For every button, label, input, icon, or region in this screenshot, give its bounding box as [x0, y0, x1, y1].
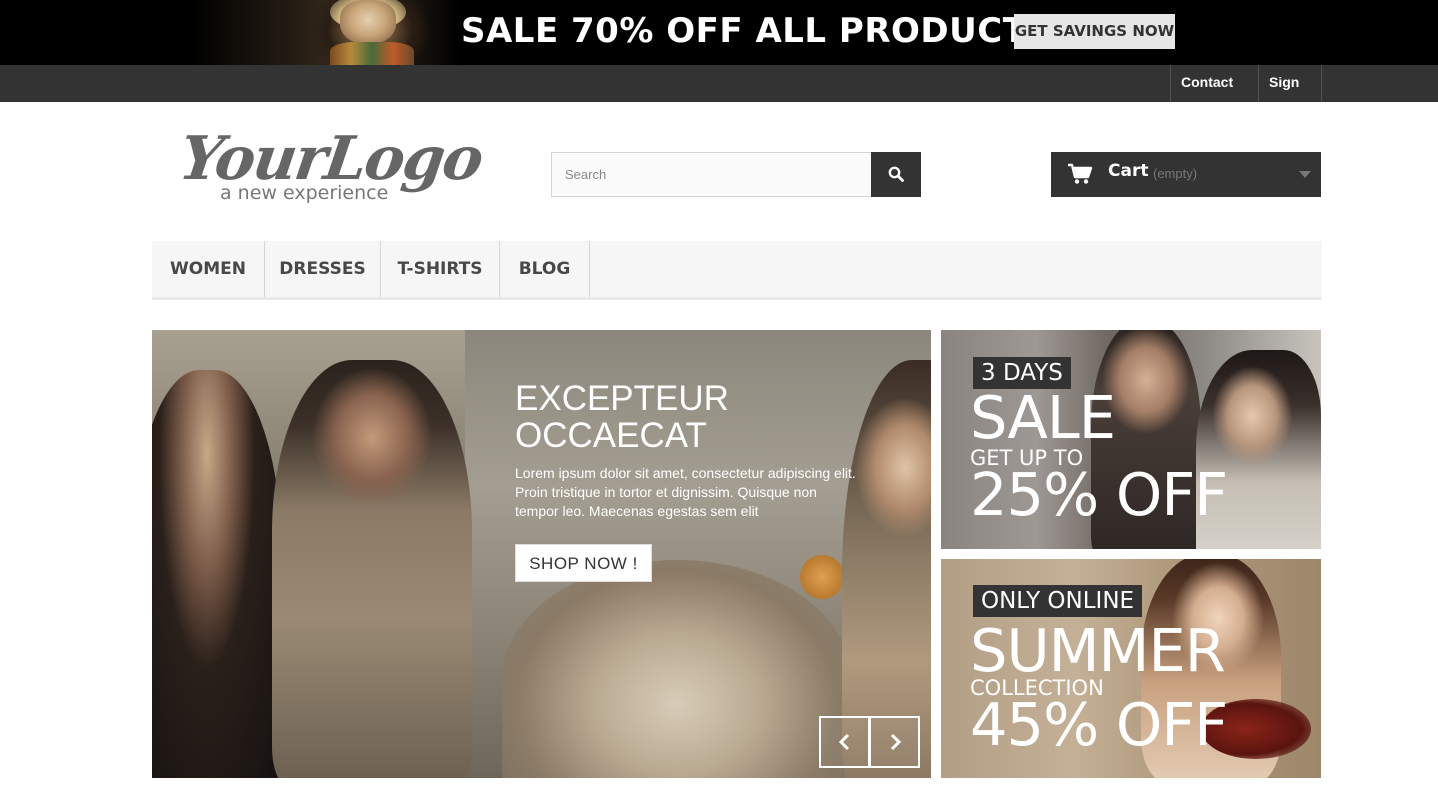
- shop-now-button[interactable]: SHOP NOW !: [515, 544, 652, 582]
- sale-banner[interactable]: 3 DAYS SALE GET UP TO 25% OFF: [941, 330, 1321, 549]
- banner-headline: SUMMER: [970, 616, 1226, 685]
- banner-tag: ONLY ONLINE: [973, 585, 1143, 617]
- menu-item-dresses[interactable]: DRESSES: [265, 241, 381, 297]
- cart-status: (empty): [1153, 166, 1198, 181]
- banner-headline: SALE: [970, 383, 1116, 452]
- menu-item-blog[interactable]: BLOG: [500, 241, 590, 297]
- logo-tagline: a new experience: [220, 182, 389, 204]
- chevron-right-icon: [890, 733, 902, 751]
- slider-next-button[interactable]: [869, 716, 920, 768]
- get-savings-button[interactable]: GET SAVINGS NOW: [1014, 14, 1175, 49]
- search-field[interactable]: [551, 152, 872, 197]
- main-menu: WOMEN DRESSES T-SHIRTS BLOG: [152, 241, 1322, 300]
- cart-icon: [1068, 163, 1093, 184]
- sign-in-link[interactable]: Sign in: [1258, 65, 1322, 125]
- menu-item-t-shirts[interactable]: T-SHIRTS: [381, 241, 500, 297]
- promo-model-image: [190, 0, 460, 65]
- hero-woman-sunglasses-image: [152, 370, 282, 778]
- site-logo[interactable]: YourLogo a new experience: [175, 124, 486, 210]
- hero-slider[interactable]: EXCEPTEUR OCCAECAT Lorem ipsum dolor sit…: [152, 330, 931, 778]
- slider-prev-button[interactable]: [819, 716, 870, 768]
- chevron-left-icon: [838, 733, 850, 751]
- search-button[interactable]: [871, 152, 921, 197]
- cart-button[interactable]: Cart (empty): [1051, 152, 1321, 197]
- hero-pompom-image: [800, 555, 844, 599]
- cart-label: Cart: [1108, 161, 1149, 181]
- promo-headline: SALE 70% OFF ALL PRODUCTS: [461, 11, 1052, 51]
- top-nav-bar: Contact Us Sign in: [0, 65, 1438, 125]
- search-input[interactable]: [552, 153, 871, 196]
- hero-man-image: [272, 360, 472, 778]
- chevron-down-icon: [1299, 171, 1311, 178]
- banner-discount: 45% OFF: [970, 690, 1228, 759]
- banner-discount: 25% OFF: [970, 460, 1228, 529]
- hero-title: EXCEPTEUR OCCAECAT: [515, 379, 729, 455]
- contact-us-link[interactable]: Contact Us: [1170, 65, 1258, 125]
- promo-banner[interactable]: SALE 70% OFF ALL PRODUCTS GET SAVINGS NO…: [0, 0, 1438, 65]
- search-icon: [888, 166, 904, 182]
- menu-item-women[interactable]: WOMEN: [152, 241, 265, 297]
- summer-collection-banner[interactable]: ONLY ONLINE SUMMER COLLECTION 45% OFF: [941, 559, 1321, 778]
- hero-description: Lorem ipsum dolor sit amet, consectetur …: [515, 465, 856, 519]
